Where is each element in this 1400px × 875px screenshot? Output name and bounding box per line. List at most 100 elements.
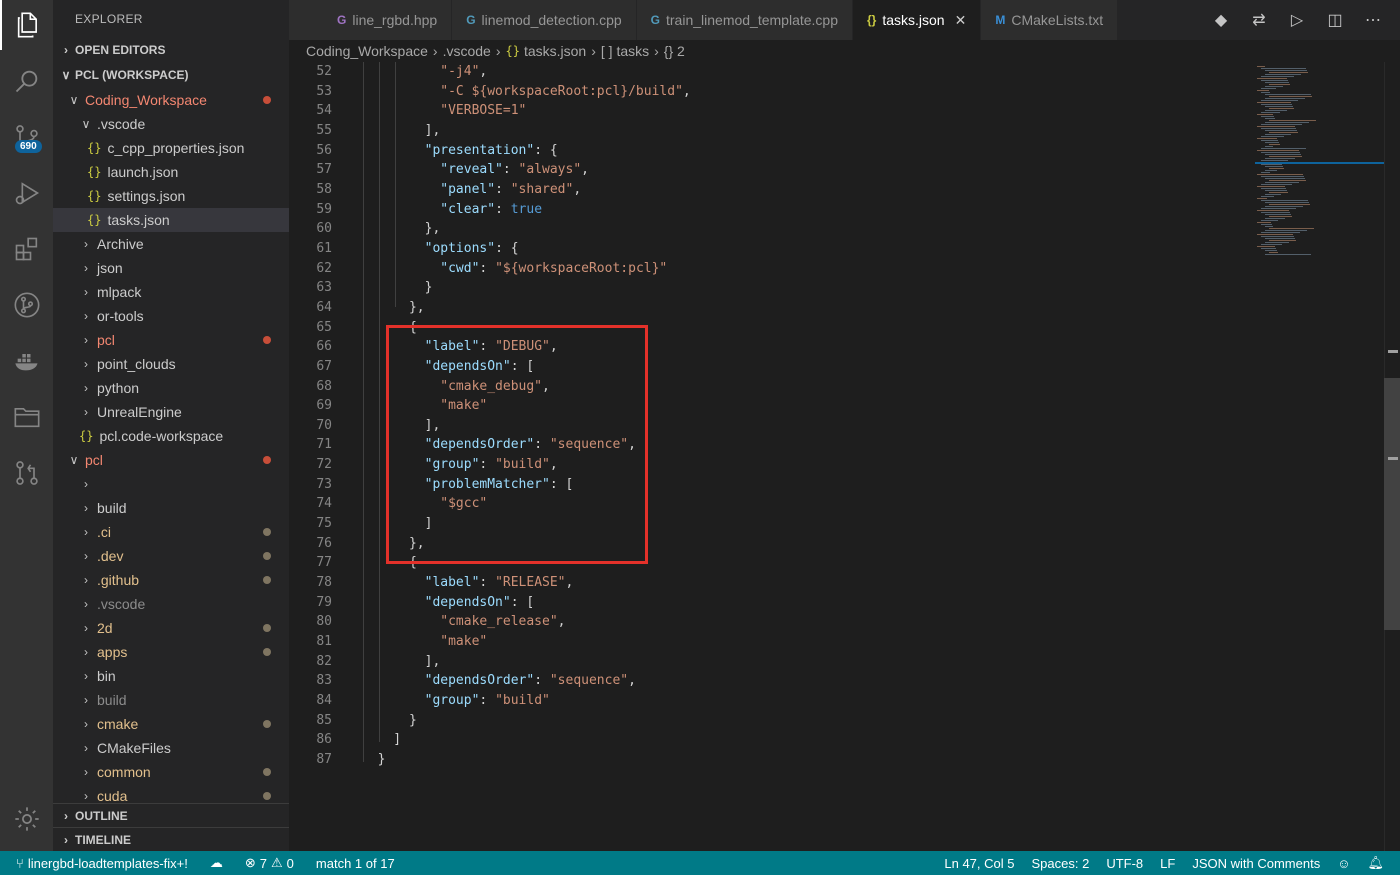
feedback-icon[interactable]: ☺ bbox=[1337, 856, 1350, 871]
editor-tab[interactable]: Gline_rgbd.hpp bbox=[289, 0, 452, 40]
cursor-position[interactable]: Ln 47, Col 5 bbox=[944, 856, 1014, 871]
code-line[interactable]: ] bbox=[362, 730, 1262, 750]
code-line[interactable]: "options": { bbox=[362, 239, 1262, 259]
code-line[interactable]: } bbox=[362, 278, 1262, 298]
tree-item[interactable]: {}pcl.code-workspace bbox=[53, 424, 289, 448]
tree-item[interactable]: ›CMakeFiles bbox=[53, 736, 289, 760]
code-line[interactable]: "VERBOSE=1" bbox=[362, 101, 1262, 121]
git-graph-icon[interactable] bbox=[0, 280, 53, 330]
code-line[interactable]: "make" bbox=[362, 632, 1262, 652]
minimap-line bbox=[1261, 112, 1280, 113]
minimap-line bbox=[1269, 240, 1296, 241]
code-line[interactable]: }, bbox=[362, 219, 1262, 239]
code-line[interactable]: "presentation": { bbox=[362, 141, 1262, 161]
code-line[interactable]: ], bbox=[362, 121, 1262, 141]
breadcrumb-item[interactable]: tasks.json bbox=[524, 43, 586, 59]
tree-item[interactable]: {}c_cpp_properties.json bbox=[53, 136, 289, 160]
code-line[interactable]: } bbox=[362, 711, 1262, 731]
tree-item[interactable]: ∨.vscode bbox=[53, 112, 289, 136]
tree-item[interactable]: ›cmake bbox=[53, 712, 289, 736]
code-editor[interactable]: 5253545556575859606162636465666768697071… bbox=[289, 62, 1384, 851]
more-actions-icon[interactable]: ⋯ bbox=[1364, 10, 1382, 30]
tree-item[interactable]: › bbox=[53, 472, 289, 496]
extensions-icon[interactable] bbox=[0, 224, 53, 274]
editor-tab[interactable]: {}tasks.json✕ bbox=[853, 0, 981, 40]
settings-gear-icon[interactable] bbox=[0, 794, 53, 844]
code-line[interactable]: "-C ${workspaceRoot:pcl}/build", bbox=[362, 82, 1262, 102]
tree-item[interactable]: ›mlpack bbox=[53, 280, 289, 304]
code-line[interactable]: ], bbox=[362, 652, 1262, 672]
breadcrumb-item[interactable]: [ ] tasks bbox=[601, 43, 649, 59]
sync-button[interactable]: ☁ bbox=[210, 855, 223, 871]
code-line[interactable]: "label": "RELEASE", bbox=[362, 573, 1262, 593]
indentation-status[interactable]: Spaces: 2 bbox=[1031, 856, 1089, 871]
tree-item[interactable]: › build bbox=[53, 496, 289, 520]
editor-tab[interactable]: Gtrain_linemod_template.cpp bbox=[637, 0, 853, 40]
run-icon[interactable]: ▷ bbox=[1288, 10, 1306, 30]
tree-item[interactable]: ›.vscode bbox=[53, 592, 289, 616]
tree-item[interactable]: ›2d bbox=[53, 616, 289, 640]
code-token: "options" bbox=[362, 241, 495, 256]
tree-item[interactable]: {}launch.json bbox=[53, 160, 289, 184]
source-control-icon[interactable] bbox=[0, 112, 53, 162]
code-line[interactable]: "cmake_release", bbox=[362, 612, 1262, 632]
tree-item[interactable]: {}settings.json bbox=[53, 184, 289, 208]
tree-item[interactable]: ›.github bbox=[53, 568, 289, 592]
code-line[interactable]: } bbox=[362, 750, 1262, 770]
git-compare-icon[interactable]: ◆ bbox=[1212, 10, 1230, 30]
language-mode[interactable]: JSON with Comments bbox=[1192, 856, 1320, 871]
code-line[interactable]: "dependsOn": [ bbox=[362, 593, 1262, 613]
scrollbar-thumb[interactable] bbox=[1384, 378, 1400, 630]
tree-item[interactable]: ›.ci bbox=[53, 520, 289, 544]
tree-item[interactable]: ›build bbox=[53, 688, 289, 712]
tree-item[interactable]: ›.dev bbox=[53, 544, 289, 568]
line-number: 59 bbox=[289, 200, 332, 220]
editor-tab[interactable]: MCMakeLists.txt bbox=[981, 0, 1118, 40]
breadcrumb-item[interactable]: .vscode bbox=[443, 43, 491, 59]
breadcrumb-item[interactable]: Coding_Workspace bbox=[306, 43, 428, 59]
problems-indicator[interactable]: ⊗ 7 ⚠ 0 bbox=[245, 855, 294, 871]
tree-item[interactable]: ›apps bbox=[53, 640, 289, 664]
docker-icon[interactable] bbox=[0, 336, 53, 386]
folder-icon[interactable] bbox=[0, 392, 53, 442]
code-line[interactable]: "clear": true bbox=[362, 200, 1262, 220]
code-line[interactable]: "-j4", bbox=[362, 62, 1262, 82]
tree-item[interactable]: {}tasks.json bbox=[53, 208, 289, 232]
run-debug-icon[interactable] bbox=[0, 168, 53, 218]
close-icon[interactable]: ✕ bbox=[955, 12, 967, 29]
encoding-status[interactable]: UTF-8 bbox=[1106, 856, 1143, 871]
open-editors-section[interactable]: › OPEN EDITORS bbox=[53, 38, 289, 63]
tree-item[interactable]: ›UnrealEngine bbox=[53, 400, 289, 424]
tree-item[interactable]: ∨pcl bbox=[53, 448, 289, 472]
split-editor-icon[interactable]: ◫ bbox=[1326, 10, 1344, 30]
breadcrumb-item[interactable]: {} 2 bbox=[664, 43, 685, 59]
outline-section[interactable]: › OUTLINE bbox=[53, 803, 289, 827]
tree-item[interactable]: ∨Coding_Workspace bbox=[53, 88, 289, 112]
tree-item[interactable]: ›python bbox=[53, 376, 289, 400]
code-line[interactable]: "reveal": "always", bbox=[362, 160, 1262, 180]
eol-status[interactable]: LF bbox=[1160, 856, 1175, 871]
tree-item[interactable]: ›json bbox=[53, 256, 289, 280]
tree-item[interactable]: ›common bbox=[53, 760, 289, 784]
line-number: 87 bbox=[289, 750, 332, 770]
open-changes-icon[interactable]: ⇄ bbox=[1250, 10, 1268, 30]
pull-request-icon[interactable] bbox=[0, 448, 53, 498]
tree-item[interactable]: ›point_clouds bbox=[53, 352, 289, 376]
notifications-bell-icon[interactable]: 🔔︎ bbox=[1367, 855, 1384, 871]
code-line[interactable]: "cwd": "${workspaceRoot:pcl}" bbox=[362, 259, 1262, 279]
branch-indicator[interactable]: ⑂ linergbd-loadtemplates-fix+! bbox=[16, 856, 188, 871]
search-match-status[interactable]: match 1 of 17 bbox=[316, 856, 395, 871]
code-line[interactable]: }, bbox=[362, 298, 1262, 318]
tree-item[interactable]: ›Archive bbox=[53, 232, 289, 256]
search-icon[interactable] bbox=[0, 56, 53, 106]
code-line[interactable]: "dependsOrder": "sequence", bbox=[362, 671, 1262, 691]
tree-item[interactable]: ›or-tools bbox=[53, 304, 289, 328]
editor-tab[interactable]: Glinemod_detection.cpp bbox=[452, 0, 636, 40]
workspace-section[interactable]: ∨ PCL (WORKSPACE) bbox=[53, 63, 289, 88]
explorer-icon[interactable] bbox=[0, 0, 53, 50]
code-line[interactable]: "panel": "shared", bbox=[362, 180, 1262, 200]
tree-item[interactable]: ›pcl bbox=[53, 328, 289, 352]
timeline-section[interactable]: › TIMELINE bbox=[53, 827, 289, 851]
code-line[interactable]: "group": "build" bbox=[362, 691, 1262, 711]
tree-item[interactable]: ›bin bbox=[53, 664, 289, 688]
